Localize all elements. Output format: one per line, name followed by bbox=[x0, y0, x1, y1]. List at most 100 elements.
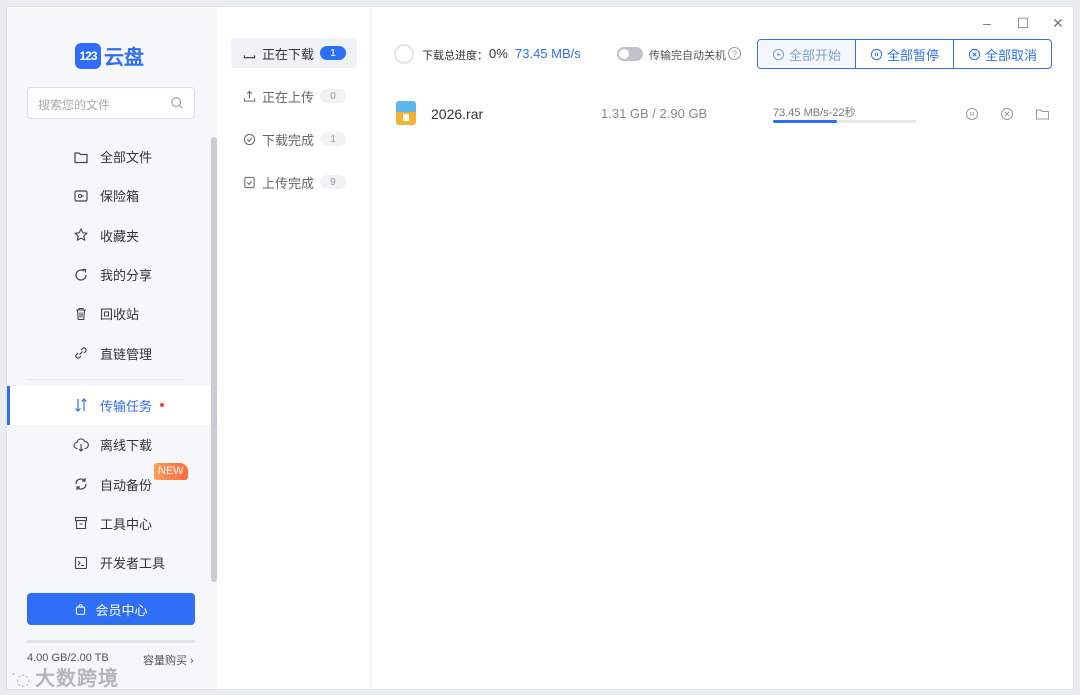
vip-center-button[interactable]: 会员中心 bbox=[27, 593, 195, 625]
sidebar-item-label: 工具中心 bbox=[100, 516, 153, 532]
pause-task-button[interactable] bbox=[964, 106, 980, 122]
tab-label: 正在下载 bbox=[262, 46, 315, 62]
sidebar-item-direct-link[interactable]: 直链管理 bbox=[7, 333, 211, 372]
pause-all-button[interactable]: 全部暂停 bbox=[856, 40, 955, 68]
safe-icon bbox=[74, 190, 88, 202]
file-progress-bar bbox=[773, 120, 916, 123]
file-size: 1.31 GB / 2.90 GB bbox=[601, 106, 708, 121]
sidebar-item-label: 我的分享 bbox=[100, 268, 153, 284]
terminal-icon bbox=[74, 556, 88, 569]
folder-icon bbox=[74, 152, 88, 163]
quota-buy-link[interactable]: 容量购买 › bbox=[143, 652, 194, 668]
help-icon[interactable]: ? bbox=[728, 47, 741, 60]
vip-bag-icon bbox=[76, 603, 86, 615]
new-badge: NEW bbox=[154, 463, 188, 481]
cancel-all-label: 全部取消 bbox=[985, 47, 1038, 63]
open-folder-button[interactable] bbox=[1034, 106, 1050, 122]
file-speed: 73.45 MB/s-22秒 bbox=[773, 107, 856, 119]
app-window: 123 云盘 搜索您的文件 全部文件 保险箱 收藏夹 我的分享 回收站 直链管理… bbox=[6, 6, 1074, 690]
pause-circle-icon bbox=[870, 48, 883, 60]
search-input[interactable]: 搜索您的文件 bbox=[27, 87, 195, 119]
total-progress-ring bbox=[394, 44, 414, 64]
transfer-tabs: 正在下载 1 正在上传 0 下载完成 1 上传完成 9 bbox=[217, 7, 372, 689]
sidebar-item-transfer[interactable]: 传输任务 bbox=[7, 385, 211, 426]
minimize-button[interactable]: – bbox=[977, 13, 997, 33]
search-icon[interactable] bbox=[170, 96, 184, 110]
logo-text: 云盘 bbox=[104, 45, 144, 69]
vip-center-label: 会员中心 bbox=[95, 602, 148, 618]
total-progress-percent: 0% bbox=[489, 46, 508, 61]
file-name: 2026.rar bbox=[431, 106, 484, 122]
sidebar-item-favorites[interactable]: 收藏夹 bbox=[7, 216, 211, 255]
tab-downloading[interactable]: 正在下载 1 bbox=[231, 38, 357, 68]
sidebar-divider bbox=[27, 378, 183, 380]
close-circle-icon bbox=[1001, 108, 1013, 120]
sidebar-item-label: 离线下载 bbox=[100, 438, 153, 454]
total-speed: 73.45 MB/s bbox=[515, 46, 581, 61]
upload-icon bbox=[243, 90, 256, 102]
pause-circle-icon bbox=[966, 108, 978, 120]
tab-label: 上传完成 bbox=[262, 175, 315, 191]
tab-count: 9 bbox=[320, 175, 347, 189]
sidebar-item-label: 收藏夹 bbox=[100, 228, 140, 244]
sidebar-nav: 全部文件 保险箱 收藏夹 我的分享 回收站 直链管理 传输任务 离线下载 自动备… bbox=[7, 137, 211, 582]
auto-shutdown-toggle[interactable] bbox=[617, 47, 643, 61]
tab-count: 0 bbox=[320, 89, 347, 103]
sidebar-item-label: 直链管理 bbox=[100, 346, 153, 362]
sidebar-item-tool-center[interactable]: 工具中心 bbox=[7, 504, 211, 543]
auto-shutdown-label: 传输完自动关机 bbox=[649, 50, 726, 62]
check-doc-icon bbox=[244, 176, 255, 188]
sidebar-item-label: 自动备份 bbox=[100, 477, 153, 493]
sidebar-item-developer-tools[interactable]: 开发者工具 bbox=[7, 543, 211, 582]
close-button[interactable]: ✕ bbox=[1048, 13, 1068, 33]
sidebar-item-auto-backup[interactable]: 自动备份 NEW bbox=[7, 463, 211, 503]
tab-upload-complete[interactable]: 上传完成 9 bbox=[231, 167, 357, 197]
sidebar-item-safe[interactable]: 保险箱 bbox=[7, 176, 211, 215]
file-progress-fill bbox=[773, 120, 838, 123]
sidebar-item-all-files[interactable]: 全部文件 bbox=[7, 137, 211, 176]
tab-download-complete[interactable]: 下载完成 1 bbox=[231, 124, 357, 154]
maximize-button[interactable]: ☐ bbox=[1013, 13, 1033, 33]
tab-count: 1 bbox=[320, 46, 347, 60]
star-icon bbox=[73, 227, 89, 242]
sidebar-item-label: 回收站 bbox=[100, 307, 140, 323]
folder-icon bbox=[1035, 109, 1049, 120]
sidebar-item-label: 保险箱 bbox=[100, 189, 140, 205]
download-row[interactable]: 2026.rar 1.31 GB / 2.90 GB 73.45 MB/s-22… bbox=[372, 97, 1073, 141]
watermark: ᐝ◌ 大数跨境 bbox=[11, 666, 120, 690]
sidebar-item-label: 传输任务 bbox=[100, 398, 153, 414]
tab-label: 正在上传 bbox=[262, 89, 315, 105]
start-all-label: 全部开始 bbox=[789, 47, 842, 63]
tab-label: 下载完成 bbox=[262, 132, 315, 148]
trash-icon bbox=[76, 307, 86, 320]
toolbox-icon bbox=[74, 517, 88, 530]
cloud-download-icon bbox=[73, 438, 89, 452]
watermark-text: 大数跨境 bbox=[35, 666, 120, 690]
total-progress-label: 下载总进度： bbox=[422, 50, 488, 62]
link-icon bbox=[75, 347, 87, 359]
cancel-task-button[interactable] bbox=[999, 106, 1015, 122]
sidebar: 123 云盘 搜索您的文件 全部文件 保险箱 收藏夹 我的分享 回收站 直链管理… bbox=[7, 7, 217, 690]
check-circle-icon bbox=[243, 133, 256, 145]
quota-bar bbox=[27, 640, 195, 643]
app-logo: 123 云盘 bbox=[75, 41, 144, 70]
tab-count: 1 bbox=[320, 132, 347, 146]
search-placeholder: 搜索您的文件 bbox=[38, 98, 111, 112]
close-circle-icon bbox=[968, 48, 981, 60]
sidebar-item-offline-download[interactable]: 离线下载 bbox=[7, 425, 211, 464]
bulk-action-group: 全部开始 全部暂停 全部取消 bbox=[757, 39, 1053, 69]
play-circle-icon bbox=[772, 48, 785, 60]
start-all-button[interactable]: 全部开始 bbox=[758, 40, 857, 68]
sidebar-item-my-share[interactable]: 我的分享 bbox=[7, 255, 211, 294]
sidebar-item-recycle-bin[interactable]: 回收站 bbox=[7, 294, 211, 333]
cancel-all-button[interactable]: 全部取消 bbox=[954, 40, 1051, 68]
pause-all-label: 全部暂停 bbox=[887, 47, 940, 63]
sidebar-item-label: 全部文件 bbox=[100, 150, 153, 166]
share-icon bbox=[75, 268, 87, 281]
logo-badge: 123 bbox=[75, 42, 101, 69]
notification-dot bbox=[160, 403, 165, 408]
rar-file-icon bbox=[396, 101, 416, 125]
tab-uploading[interactable]: 正在上传 0 bbox=[231, 81, 357, 111]
sidebar-item-label: 开发者工具 bbox=[100, 556, 166, 572]
main-panel: – ☐ ✕ 下载总进度： 0% 73.45 MB/s 传输完自动关机 ? 全部开… bbox=[372, 7, 1073, 689]
